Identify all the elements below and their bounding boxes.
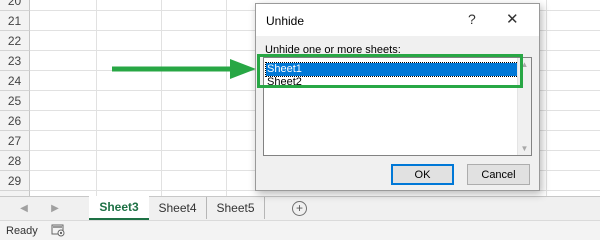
plus-circle-icon[interactable]: + [292, 201, 307, 216]
row-header[interactable]: 20 [0, 0, 30, 11]
row-header[interactable]: 26 [0, 111, 30, 131]
help-icon[interactable]: ? [468, 11, 476, 27]
column-gridline [546, 0, 547, 196]
dialog-titlebar[interactable]: Unhide ? ✕ [256, 4, 539, 36]
column-gridline [96, 0, 97, 196]
chevron-up-icon[interactable]: ▲ [518, 60, 531, 69]
sheet-tab-sheet5[interactable]: Sheet5 [207, 197, 265, 219]
close-icon[interactable]: ✕ [506, 10, 519, 28]
row-header[interactable]: 23 [0, 51, 30, 71]
hidden-sheets-list[interactable]: Sheet1 Sheet2 ▲ ▼ [263, 57, 532, 156]
cancel-button[interactable]: Cancel [467, 164, 530, 185]
row-header[interactable]: 21 [0, 11, 30, 31]
status-bar: Ready [0, 220, 600, 240]
macro-recording-icon[interactable] [51, 224, 65, 237]
dialog-title: Unhide [266, 14, 305, 28]
row-header[interactable]: 22 [0, 31, 30, 51]
status-text: Ready [6, 225, 38, 237]
row-header[interactable]: 25 [0, 91, 30, 111]
list-item-sheet1[interactable]: Sheet1 [265, 62, 519, 77]
list-item-sheet2[interactable]: Sheet2 [266, 76, 518, 89]
list-scrollbar[interactable]: ▲ ▼ [517, 58, 531, 155]
row-header[interactable]: 28 [0, 151, 30, 171]
sheet-tab-sheet4[interactable]: Sheet4 [149, 197, 207, 219]
row-header[interactable]: 27 [0, 131, 30, 151]
column-gridline [226, 0, 227, 196]
unhide-dialog: Unhide ? ✕ Unhide one or more sheets: Sh… [255, 3, 540, 191]
sheet-tab-bar: ◀ ▶ Sheet3 Sheet4 Sheet5 + [0, 196, 600, 220]
triangle-right-icon[interactable]: ▶ [48, 201, 62, 215]
row-header[interactable]: 29 [0, 171, 30, 191]
chevron-down-icon[interactable]: ▼ [518, 144, 531, 153]
ok-button[interactable]: OK [391, 164, 454, 185]
triangle-left-icon[interactable]: ◀ [17, 201, 31, 215]
column-gridline [161, 0, 162, 196]
sheet-tab-sheet3[interactable]: Sheet3 [89, 196, 149, 220]
row-header[interactable]: 24 [0, 71, 30, 91]
dialog-prompt: Unhide one or more sheets: [265, 44, 401, 56]
